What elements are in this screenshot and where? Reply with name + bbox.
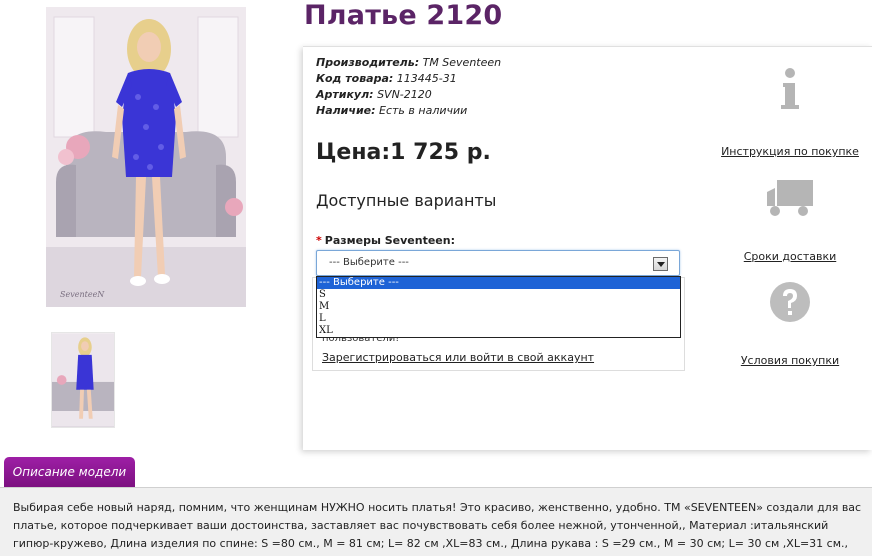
truck-icon [767, 180, 813, 216]
variants-heading: Доступные варианты [316, 191, 497, 210]
question-icon [770, 282, 810, 322]
required-marker: * [316, 234, 322, 247]
spec-value: ТМ Seventeen [422, 56, 502, 69]
size-option-m[interactable]: M [317, 301, 680, 313]
spec-article: Артикул: SVN-2120 [316, 87, 501, 103]
description-section: Выбирая себе новый наряд, помним, что же… [0, 487, 872, 556]
size-label-text: Размеры Seventeen: [324, 234, 455, 247]
size-option-placeholder[interactable]: --- Выберите --- [317, 277, 680, 289]
size-select-label: * Размеры Seventeen: [316, 234, 455, 247]
instruction-link[interactable]: Инструкция по покупке [720, 145, 860, 158]
spec-manufacturer: Производитель: ТМ Seventeen [316, 55, 501, 71]
spec-label: Код товара: [316, 72, 394, 85]
tab-model-description[interactable]: Описание модели [4, 457, 135, 488]
spec-product-code: Код товара: 113445-31 [316, 71, 501, 87]
size-select-value: --- Выберите --- [329, 257, 409, 268]
spec-label: Производитель: [316, 56, 420, 69]
spec-label: Артикул: [316, 88, 374, 101]
product-main-photo[interactable]: SeventeeN [46, 7, 246, 307]
size-select[interactable]: --- Выберите --- [316, 250, 680, 276]
dress-photo-graphic [46, 7, 246, 307]
chevron-down-icon[interactable] [653, 257, 668, 271]
size-option-xl[interactable]: XL [317, 325, 680, 337]
conditions-link[interactable]: Условия покупки [720, 354, 860, 367]
product-specs: Производитель: ТМ Seventeen Код товара: … [316, 55, 501, 119]
side-instruction: Инструкция по покупке [720, 67, 860, 158]
side-delivery: Сроки доставки [720, 178, 860, 263]
size-dropdown-list[interactable]: --- Выберите --- S M L XL [316, 276, 681, 338]
login-register-link[interactable]: Зарегистрироваться или войти в свой акка… [322, 351, 594, 364]
delivery-link[interactable]: Сроки доставки [720, 250, 860, 263]
product-title: Платье 2120 [304, 0, 503, 31]
description-text: Выбирая себе новый наряд, помним, что же… [13, 501, 862, 556]
spec-label: Наличие: [316, 104, 376, 117]
spec-availability: Наличие: Есть в наличии [316, 103, 501, 119]
thumbnail-graphic [52, 333, 114, 427]
product-thumbnail[interactable] [51, 332, 115, 428]
spec-value: SVN-2120 [377, 88, 432, 101]
size-option-l[interactable]: L [317, 313, 680, 325]
spec-value: Есть в наличии [379, 104, 468, 117]
size-option-s[interactable]: S [317, 289, 680, 301]
spec-value: 113445-31 [396, 72, 457, 85]
side-conditions: Условия покупки [720, 280, 860, 367]
product-page: SeventeeN Платье 2120 Производитель: ТМ … [0, 0, 872, 556]
info-icon [781, 68, 799, 109]
photo-watermark: SeventeeN [60, 290, 105, 299]
product-info-panel: Производитель: ТМ Seventeen Код товара: … [303, 46, 872, 450]
product-price: Цена:1 725 р. [316, 140, 491, 165]
